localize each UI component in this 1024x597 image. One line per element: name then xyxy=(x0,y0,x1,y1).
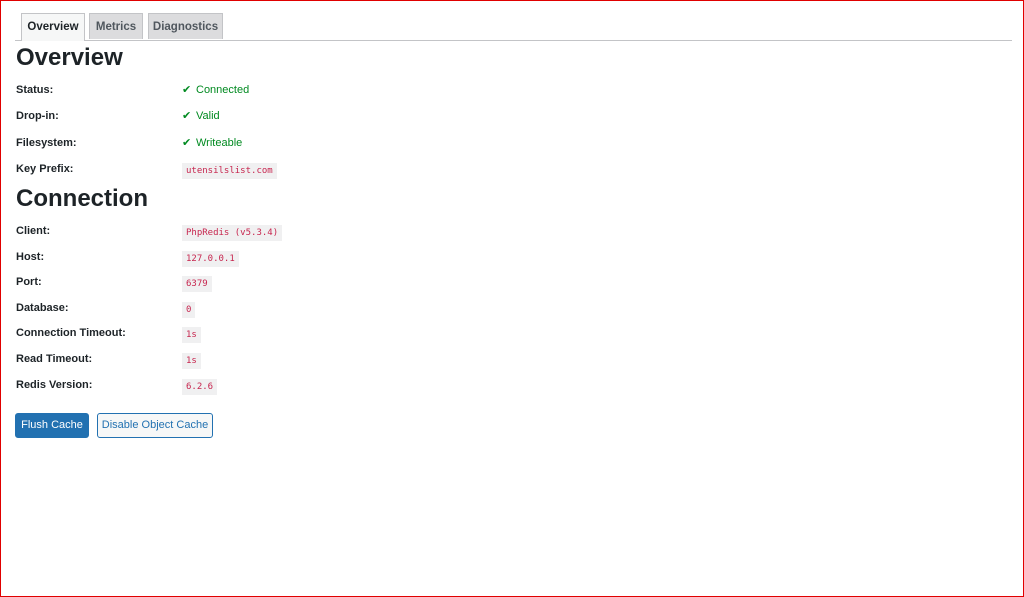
dropin-row: Drop-in: ✔ Valid xyxy=(16,107,616,125)
port-value: 6379 xyxy=(182,276,212,292)
flush-cache-button[interactable]: Flush Cache xyxy=(15,413,89,438)
status-row: Status: ✔ Connected xyxy=(16,81,616,99)
filesystem-value: ✔ Writeable xyxy=(182,134,242,152)
checkmark-icon: ✔ xyxy=(182,110,192,122)
dropin-value: ✔ Valid xyxy=(182,107,220,125)
host-value: 127.0.0.1 xyxy=(182,251,239,267)
host-row: Host: 127.0.0.1 xyxy=(16,248,616,268)
status-value: ✔ Connected xyxy=(182,81,249,99)
connection-timeout-wrap: 1s xyxy=(182,324,201,344)
tab-overview[interactable]: Overview xyxy=(21,13,85,41)
connection-timeout-label: Connection Timeout: xyxy=(16,327,126,339)
tab-metrics[interactable]: Metrics xyxy=(89,13,143,39)
filesystem-label: Filesystem: xyxy=(16,137,77,149)
redis-version-wrap: 6.2.6 xyxy=(182,376,218,396)
host-wrap: 127.0.0.1 xyxy=(182,248,239,268)
redis-version-row: Redis Version: 6.2.6 xyxy=(16,376,616,396)
key-prefix-label: Key Prefix: xyxy=(16,163,74,175)
key-prefix-value: utensilslist.com xyxy=(182,163,277,179)
filesystem-text: Writeable xyxy=(196,137,243,149)
read-timeout-label: Read Timeout: xyxy=(16,353,93,365)
port-wrap: 6379 xyxy=(182,273,212,293)
overview-heading: Overview xyxy=(16,44,123,71)
key-prefix-wrap: utensilslist.com xyxy=(182,160,277,180)
connection-heading: Connection xyxy=(16,185,148,212)
redis-version-value: 6.2.6 xyxy=(182,379,218,395)
client-value: PhpRedis (v5.3.4) xyxy=(182,225,283,241)
client-row: Client: PhpRedis (v5.3.4) xyxy=(16,222,616,242)
tab-bar: Overview Metrics Diagnostics xyxy=(15,13,1012,41)
checkmark-icon: ✔ xyxy=(182,84,192,96)
dropin-text: Valid xyxy=(196,110,220,122)
read-timeout-wrap: 1s xyxy=(182,350,201,370)
checkmark-icon: ✔ xyxy=(182,137,192,149)
database-value: 0 xyxy=(182,302,196,318)
client-label: Client: xyxy=(16,225,51,237)
port-label: Port: xyxy=(16,276,42,288)
connection-timeout-row: Connection Timeout: 1s xyxy=(16,324,616,344)
redis-version-label: Redis Version: xyxy=(16,379,93,391)
database-row: Database: 0 xyxy=(16,299,616,319)
port-row: Port: 6379 xyxy=(16,273,616,293)
host-label: Host: xyxy=(16,251,45,263)
tab-diagnostics[interactable]: Diagnostics xyxy=(148,13,223,39)
read-timeout-row: Read Timeout: 1s xyxy=(16,350,616,370)
status-text: Connected xyxy=(196,84,250,96)
filesystem-row: Filesystem: ✔ Writeable xyxy=(16,134,616,152)
connection-timeout-value: 1s xyxy=(182,327,201,343)
status-label: Status: xyxy=(16,84,54,96)
database-wrap: 0 xyxy=(182,299,196,319)
key-prefix-row: Key Prefix: utensilslist.com xyxy=(16,160,616,180)
disable-object-cache-button[interactable]: Disable Object Cache xyxy=(97,413,213,438)
client-wrap: PhpRedis (v5.3.4) xyxy=(182,222,283,242)
dropin-label: Drop-in: xyxy=(16,110,59,122)
database-label: Database: xyxy=(16,302,69,314)
read-timeout-value: 1s xyxy=(182,353,201,369)
